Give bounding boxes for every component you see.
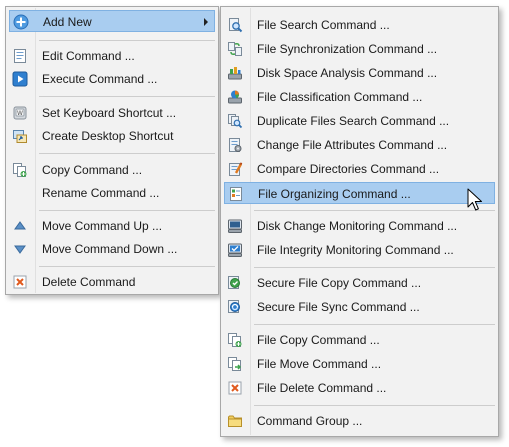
- disk-space-icon: [227, 65, 243, 81]
- file-delete-icon: [227, 380, 243, 396]
- submenu-item-file-search[interactable]: File Search Command ...: [224, 14, 495, 36]
- submenu-item-file-delete[interactable]: File Delete Command ...: [224, 377, 495, 399]
- file-attributes-icon: [227, 137, 243, 153]
- submenu-item-file-sync[interactable]: File Synchronization Command ...: [224, 38, 495, 60]
- menu-item-label: File Move Command ...: [257, 357, 382, 371]
- folder-icon: [227, 413, 243, 429]
- submenu-item-disk-space-analysis[interactable]: Disk Space Analysis Command ...: [224, 62, 495, 84]
- submenu-item-file-integrity-monitoring[interactable]: File Integrity Monitoring Command ...: [224, 239, 495, 261]
- menu-item-label: Execute Command ...: [42, 72, 158, 86]
- menu-item-label: Create Desktop Shortcut: [42, 129, 174, 143]
- menu-item-label: Disk Space Analysis Command ...: [257, 66, 438, 80]
- submenu-item-change-file-attributes[interactable]: Change File Attributes Command ...: [224, 134, 495, 156]
- file-sync-icon: [227, 41, 243, 57]
- file-search-icon: [227, 17, 243, 33]
- menu-item-move-command-down[interactable]: Move Command Down ...: [9, 238, 215, 260]
- svg-text:W: W: [17, 110, 23, 117]
- submenu-item-secure-file-sync[interactable]: Secure File Sync Command ...: [224, 296, 495, 318]
- menu-item-edit-command[interactable]: Edit Command ...: [9, 45, 215, 67]
- menu-item-label: Duplicate Files Search Command ...: [257, 114, 450, 128]
- add-new-submenu: File Search Command ... File Synchroniza…: [220, 6, 499, 437]
- menu-separator: [39, 266, 215, 267]
- integrity-monitor-icon: [227, 242, 243, 258]
- submenu-item-duplicate-files-search[interactable]: Duplicate Files Search Command ...: [224, 110, 495, 132]
- submenu-arrow-icon: [204, 18, 208, 26]
- menu-item-delete-command[interactable]: Delete Command: [9, 271, 215, 293]
- menu-item-create-desktop-shortcut[interactable]: Create Desktop Shortcut: [9, 125, 215, 147]
- delete-icon: [12, 274, 28, 290]
- menu-item-label: File Synchronization Command ...: [257, 42, 438, 56]
- menu-separator: [39, 153, 215, 154]
- menu-separator: [254, 405, 495, 406]
- menu-item-label: Move Command Up ...: [42, 219, 163, 233]
- duplicate-search-icon: [227, 113, 243, 129]
- menu-item-label: Disk Change Monitoring Command ...: [257, 219, 458, 233]
- submenu-item-compare-directories[interactable]: Compare Directories Command ...: [224, 158, 495, 180]
- disk-monitor-icon: [227, 218, 243, 234]
- menu-item-label: Rename Command ...: [42, 186, 160, 200]
- menu-separator: [254, 267, 495, 268]
- menu-item-set-keyboard-shortcut[interactable]: W Set Keyboard Shortcut ...: [9, 102, 215, 124]
- shortcut-icon: [12, 128, 28, 144]
- execute-icon: [12, 71, 28, 87]
- move-down-icon: [12, 241, 28, 257]
- edit-icon: [12, 48, 28, 64]
- add-new-icon: [13, 14, 29, 30]
- submenu-item-file-copy[interactable]: File Copy Command ...: [224, 329, 495, 351]
- menu-item-move-command-up[interactable]: Move Command Up ...: [9, 215, 215, 237]
- file-copy-icon: [227, 332, 243, 348]
- menu-item-label: Secure File Copy Command ...: [257, 276, 422, 290]
- menu-separator: [39, 40, 215, 41]
- menu-item-label: File Copy Command ...: [257, 333, 380, 347]
- menu-item-label: Secure File Sync Command ...: [257, 300, 420, 314]
- menu-item-copy-command[interactable]: Copy Command ...: [9, 159, 215, 181]
- file-organizing-icon: [228, 186, 244, 202]
- menu-separator: [39, 96, 215, 97]
- menu-separator: [254, 324, 495, 325]
- submenu-item-file-move[interactable]: File Move Command ...: [224, 353, 495, 375]
- secure-sync-icon: [227, 299, 243, 315]
- submenu-item-file-classification[interactable]: File Classification Command ...: [224, 86, 495, 108]
- menu-item-add-new[interactable]: Add New: [9, 10, 215, 32]
- submenu-item-command-group[interactable]: Command Group ...: [224, 410, 495, 432]
- menu-item-label: Change File Attributes Command ...: [257, 138, 448, 152]
- menu-separator: [254, 210, 495, 211]
- menu-item-label: Command Group ...: [257, 414, 363, 428]
- menu-item-label: Copy Command ...: [42, 163, 143, 177]
- mouse-cursor-icon: [467, 188, 484, 214]
- menu-item-label: Delete Command: [42, 275, 136, 289]
- menu-item-label: File Classification Command ...: [257, 90, 423, 104]
- secure-copy-icon: [227, 275, 243, 291]
- submenu-item-secure-file-copy[interactable]: Secure File Copy Command ...: [224, 272, 495, 294]
- main-context-menu: Add New Edit Command ... Execute Command…: [5, 6, 219, 295]
- compare-directories-icon: [227, 161, 243, 177]
- submenu-item-disk-change-monitoring[interactable]: Disk Change Monitoring Command ...: [224, 215, 495, 237]
- menu-item-label: File Delete Command ...: [257, 381, 387, 395]
- menu-item-label: File Integrity Monitoring Command ...: [257, 243, 454, 257]
- menu-item-label: Move Command Down ...: [42, 242, 178, 256]
- menu-separator: [39, 210, 215, 211]
- menu-item-label: Edit Command ...: [42, 49, 135, 63]
- file-classification-icon: [227, 89, 243, 105]
- menu-item-label: Compare Directories Command ...: [257, 162, 440, 176]
- menu-item-label: File Organizing Command ...: [258, 187, 411, 201]
- menu-item-label: Add New: [43, 15, 92, 29]
- menu-item-rename-command[interactable]: Rename Command ...: [9, 182, 215, 204]
- menu-item-label: File Search Command ...: [257, 18, 390, 32]
- move-up-icon: [12, 218, 28, 234]
- submenu-item-file-organizing[interactable]: File Organizing Command ...: [224, 182, 495, 204]
- menu-item-execute-command[interactable]: Execute Command ...: [9, 68, 215, 90]
- keyboard-icon: W: [12, 105, 28, 121]
- menu-item-label: Set Keyboard Shortcut ...: [42, 106, 177, 120]
- file-move-icon: [227, 356, 243, 372]
- copy-icon: [12, 162, 28, 178]
